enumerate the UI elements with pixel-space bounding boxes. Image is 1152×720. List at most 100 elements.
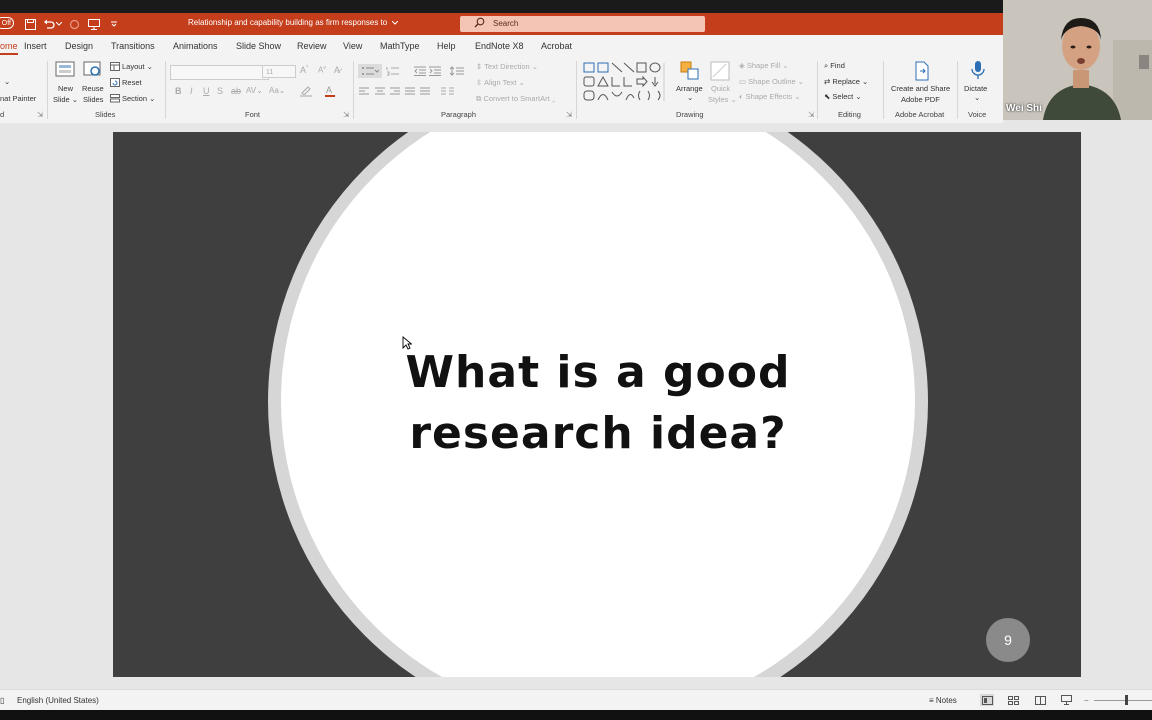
quick-styles-label-2[interactable]: Styles ⌄ (708, 95, 737, 104)
tab-transitions[interactable]: Transitions (111, 41, 155, 51)
title-dropdown-icon[interactable] (392, 20, 399, 25)
shape-effects-button[interactable]: ◐ Shape Effects ⌄ (739, 92, 801, 101)
distributed-icon[interactable] (419, 86, 431, 96)
mouse-cursor-icon (402, 336, 413, 355)
zoom-out-button[interactable]: − (1084, 696, 1089, 705)
redo-icon[interactable] (66, 16, 82, 32)
paragraph-launcher-icon[interactable]: ⇲ (566, 110, 572, 119)
zoom-slider-thumb[interactable] (1125, 695, 1128, 705)
tab-review[interactable]: Review (297, 41, 327, 51)
tab-view[interactable]: View (343, 41, 362, 51)
layout-button[interactable]: Layout ⌄ (122, 62, 153, 71)
tab-acrobat[interactable]: Acrobat (541, 41, 572, 51)
microphone-icon[interactable] (968, 60, 988, 80)
italic-icon[interactable]: I (190, 86, 193, 96)
dictate-dropdown-icon[interactable]: ⌄ (974, 93, 980, 102)
shadow-icon[interactable]: S (217, 86, 223, 96)
bold-icon[interactable]: B (175, 86, 182, 96)
tab-endnote[interactable]: EndNote X8 (475, 41, 524, 51)
underline-icon[interactable]: U (203, 86, 210, 96)
section-button[interactable]: Section ⌄ (122, 94, 155, 103)
shapes-gallery[interactable] (582, 61, 668, 103)
shape-outline-button[interactable]: ▭ Shape Outline ⌄ (739, 77, 804, 86)
customize-toolbar-icon[interactable] (106, 16, 122, 32)
layout-icon[interactable] (109, 61, 120, 71)
align-center-icon[interactable] (374, 86, 386, 96)
align-right-icon[interactable] (389, 86, 401, 96)
replace-button[interactable]: ⇄ Replace ⌄ (824, 77, 868, 86)
slide-sorter-icon[interactable] (1006, 694, 1020, 706)
decrease-indent-icon[interactable] (413, 64, 427, 78)
autosave-toggle[interactable]: Off (0, 17, 14, 29)
create-pdf-icon[interactable] (912, 61, 932, 81)
slideshow-view-icon[interactable] (1059, 694, 1073, 706)
arrange-dropdown-icon[interactable]: ⌄ (687, 93, 693, 102)
tab-mathtype[interactable]: MathType (380, 41, 420, 51)
highlight-icon[interactable] (298, 85, 314, 97)
drawing-launcher-icon[interactable]: ⇲ (808, 110, 814, 119)
separator (165, 61, 166, 119)
find-button[interactable]: ⌕ Find (824, 61, 845, 71)
format-painter-button[interactable]: nat Painter (0, 94, 36, 103)
shape-fill-button[interactable]: ◈ Shape Fill ⌄ (739, 61, 789, 70)
new-slide-icon[interactable] (55, 61, 75, 81)
reuse-slides-icon[interactable] (83, 61, 103, 81)
reuse-slides-label[interactable]: Reuse (82, 84, 104, 93)
align-text-button[interactable]: ⇳ Align Text ⌄ (476, 78, 525, 87)
font-name-dropdown[interactable] (170, 65, 269, 80)
justify-icon[interactable] (404, 86, 416, 96)
numbering-icon[interactable] (385, 64, 405, 78)
bullets-icon[interactable] (358, 64, 382, 78)
text-direction-button[interactable]: ⇕ Text Direction ⌄ (476, 62, 538, 71)
convert-smartart-button[interactable]: ⧉ Convert to SmartArt ⌄ (476, 94, 555, 104)
dictate-button[interactable]: Dictate (964, 84, 987, 93)
line-spacing-icon[interactable] (449, 64, 467, 78)
accessibility-icon[interactable]: ▯ (0, 696, 4, 705)
arrange-button[interactable]: Arrange (676, 84, 703, 93)
slide-title[interactable]: What is a good research idea? (303, 342, 893, 464)
slide-canvas[interactable]: What is a good research idea? 9 (113, 132, 1081, 677)
select-button[interactable]: ⬉ Select ⌄ (824, 92, 862, 101)
tab-home[interactable]: ome (0, 41, 18, 55)
strikethrough-icon[interactable]: ab (231, 86, 241, 96)
font-color-icon[interactable]: A (323, 85, 337, 97)
character-spacing-icon[interactable]: AV⌄ (246, 86, 263, 95)
tab-slide-show[interactable]: Slide Show (236, 41, 281, 51)
reading-view-icon[interactable] (1033, 694, 1047, 706)
tab-animations[interactable]: Animations (173, 41, 218, 51)
separator (883, 61, 884, 119)
save-icon[interactable] (22, 16, 38, 32)
create-pdf-label-2[interactable]: Adobe PDF (901, 95, 940, 104)
language-status[interactable]: English (United States) (17, 696, 99, 705)
undo-dropdown-icon[interactable] (55, 16, 63, 32)
reset-button[interactable]: Reset (122, 78, 142, 87)
align-left-icon[interactable] (358, 86, 370, 96)
increase-indent-icon[interactable] (428, 64, 442, 78)
copy-dropdown-icon[interactable]: ⌄ (4, 77, 10, 86)
decrease-font-icon[interactable]: Av (318, 65, 326, 75)
columns-icon[interactable] (440, 86, 456, 96)
section-icon[interactable] (109, 93, 120, 103)
change-case-icon[interactable]: Aa⌄ (269, 86, 286, 95)
search-input[interactable]: Search (460, 16, 705, 32)
create-pdf-label[interactable]: Create and Share (891, 84, 950, 93)
present-icon[interactable] (86, 16, 102, 32)
font-launcher-icon[interactable]: ⇲ (343, 110, 349, 119)
new-slide-label-2[interactable]: Slide ⌄ (53, 95, 78, 104)
zoom-slider[interactable] (1094, 700, 1152, 701)
quick-styles-label[interactable]: Quick (711, 84, 730, 93)
increase-font-icon[interactable]: A^ (300, 65, 308, 75)
arrange-icon[interactable] (680, 61, 700, 81)
reset-icon[interactable] (109, 77, 120, 87)
clear-formatting-icon[interactable]: A̷ (334, 65, 340, 75)
tab-insert[interactable]: Insert (24, 41, 47, 51)
font-size-dropdown[interactable]: 11 (262, 65, 296, 78)
new-slide-label[interactable]: New (58, 84, 73, 93)
tab-design[interactable]: Design (65, 41, 93, 51)
normal-view-icon[interactable] (980, 694, 994, 706)
notes-button[interactable]: ≡ Notes (929, 696, 957, 705)
tab-help[interactable]: Help (437, 41, 456, 51)
quick-styles-icon[interactable] (710, 61, 730, 81)
clipboard-launcher-icon[interactable]: ⇲ (37, 110, 43, 119)
reuse-slides-label-2[interactable]: Slides (83, 95, 103, 104)
